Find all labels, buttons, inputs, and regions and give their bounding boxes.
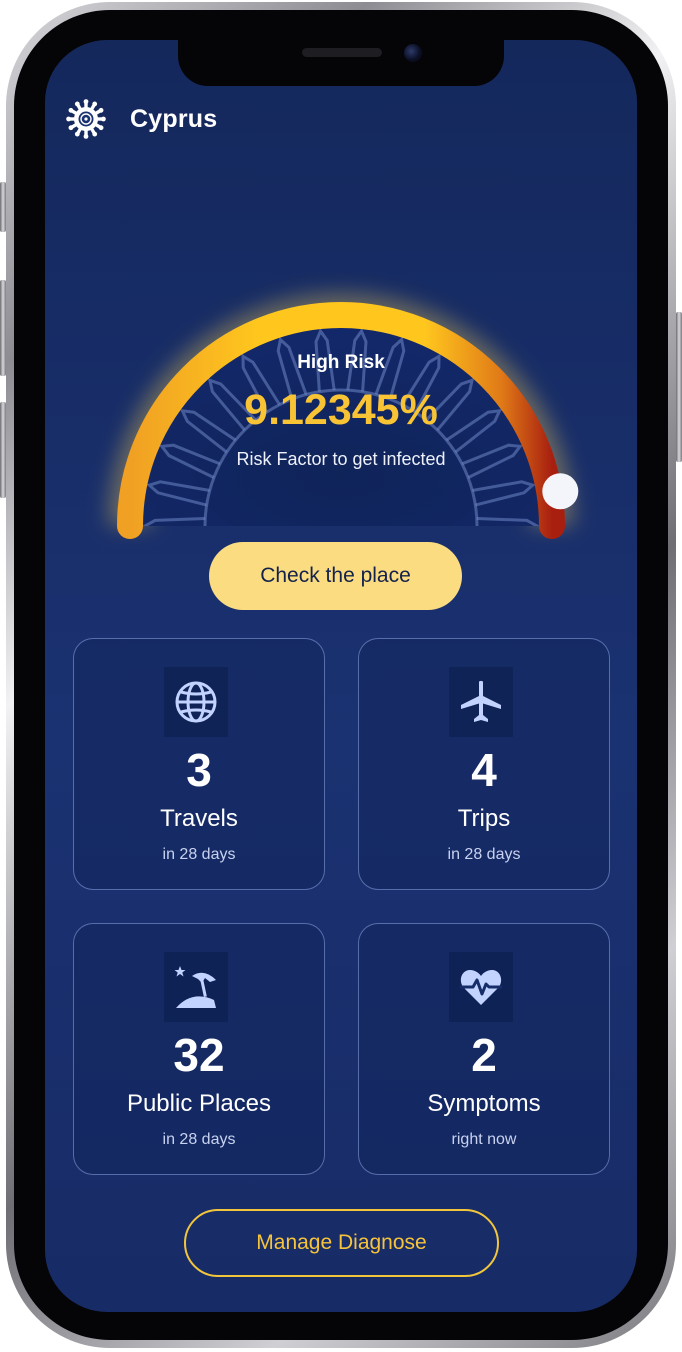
- card-icon-box: [164, 667, 228, 737]
- trips-label: Trips: [457, 805, 511, 832]
- symptoms-label: Symptoms: [427, 1090, 541, 1117]
- airplane-icon: [461, 680, 501, 722]
- risk-gauge-graphic: [108, 293, 579, 539]
- side-button: [0, 280, 6, 376]
- symptoms-card[interactable]: 2 Symptoms right now: [358, 923, 610, 1175]
- globe-icon: [175, 681, 217, 723]
- public-places-label: Public Places: [126, 1090, 272, 1117]
- app-header: Cyprus: [66, 98, 217, 140]
- virus-icon: [66, 99, 106, 139]
- symptoms-period: right now: [451, 1131, 517, 1148]
- speaker: [302, 48, 382, 57]
- side-button: [0, 402, 6, 498]
- side-button: [676, 312, 682, 462]
- phone-mockup: Cyprus High Risk 9.12345% Risk Factor to…: [0, 0, 682, 1352]
- travels-card[interactable]: 3 Travels in 28 days: [73, 638, 325, 890]
- card-icon-box: [449, 667, 513, 737]
- trips-count: 4: [471, 744, 497, 796]
- risk-caption: Risk Factor to get infected: [236, 449, 446, 469]
- manage-diagnose-button[interactable]: Manage Diagnose: [184, 1209, 499, 1277]
- front-camera: [404, 44, 422, 62]
- risk-percentage: 9.12345%: [244, 386, 438, 434]
- travels-label: Travels: [160, 805, 238, 832]
- risk-gauge: [60, 150, 622, 550]
- public-places-period: in 28 days: [162, 1131, 236, 1148]
- gauge-indicator-knob: [542, 473, 579, 510]
- check-place-button[interactable]: Check the place: [209, 542, 462, 610]
- card-icon-box: [449, 952, 513, 1022]
- trips-card[interactable]: 4 Trips in 28 days: [358, 638, 610, 890]
- country-name: Cyprus: [130, 104, 218, 133]
- beach-umbrella-icon: [174, 966, 216, 1008]
- travels-period: in 28 days: [162, 846, 236, 863]
- symptoms-count: 2: [471, 1029, 497, 1081]
- public-places-card[interactable]: 32 Public Places in 28 days: [73, 923, 325, 1175]
- notch: [178, 40, 504, 86]
- heart-pulse-icon: [460, 970, 502, 1005]
- travels-count: 3: [186, 744, 212, 796]
- public-places-count: 32: [173, 1029, 225, 1081]
- risk-level-label: High Risk: [297, 352, 385, 373]
- side-button: [0, 182, 6, 232]
- card-icon-box: [164, 952, 228, 1022]
- trips-period: in 28 days: [447, 846, 521, 863]
